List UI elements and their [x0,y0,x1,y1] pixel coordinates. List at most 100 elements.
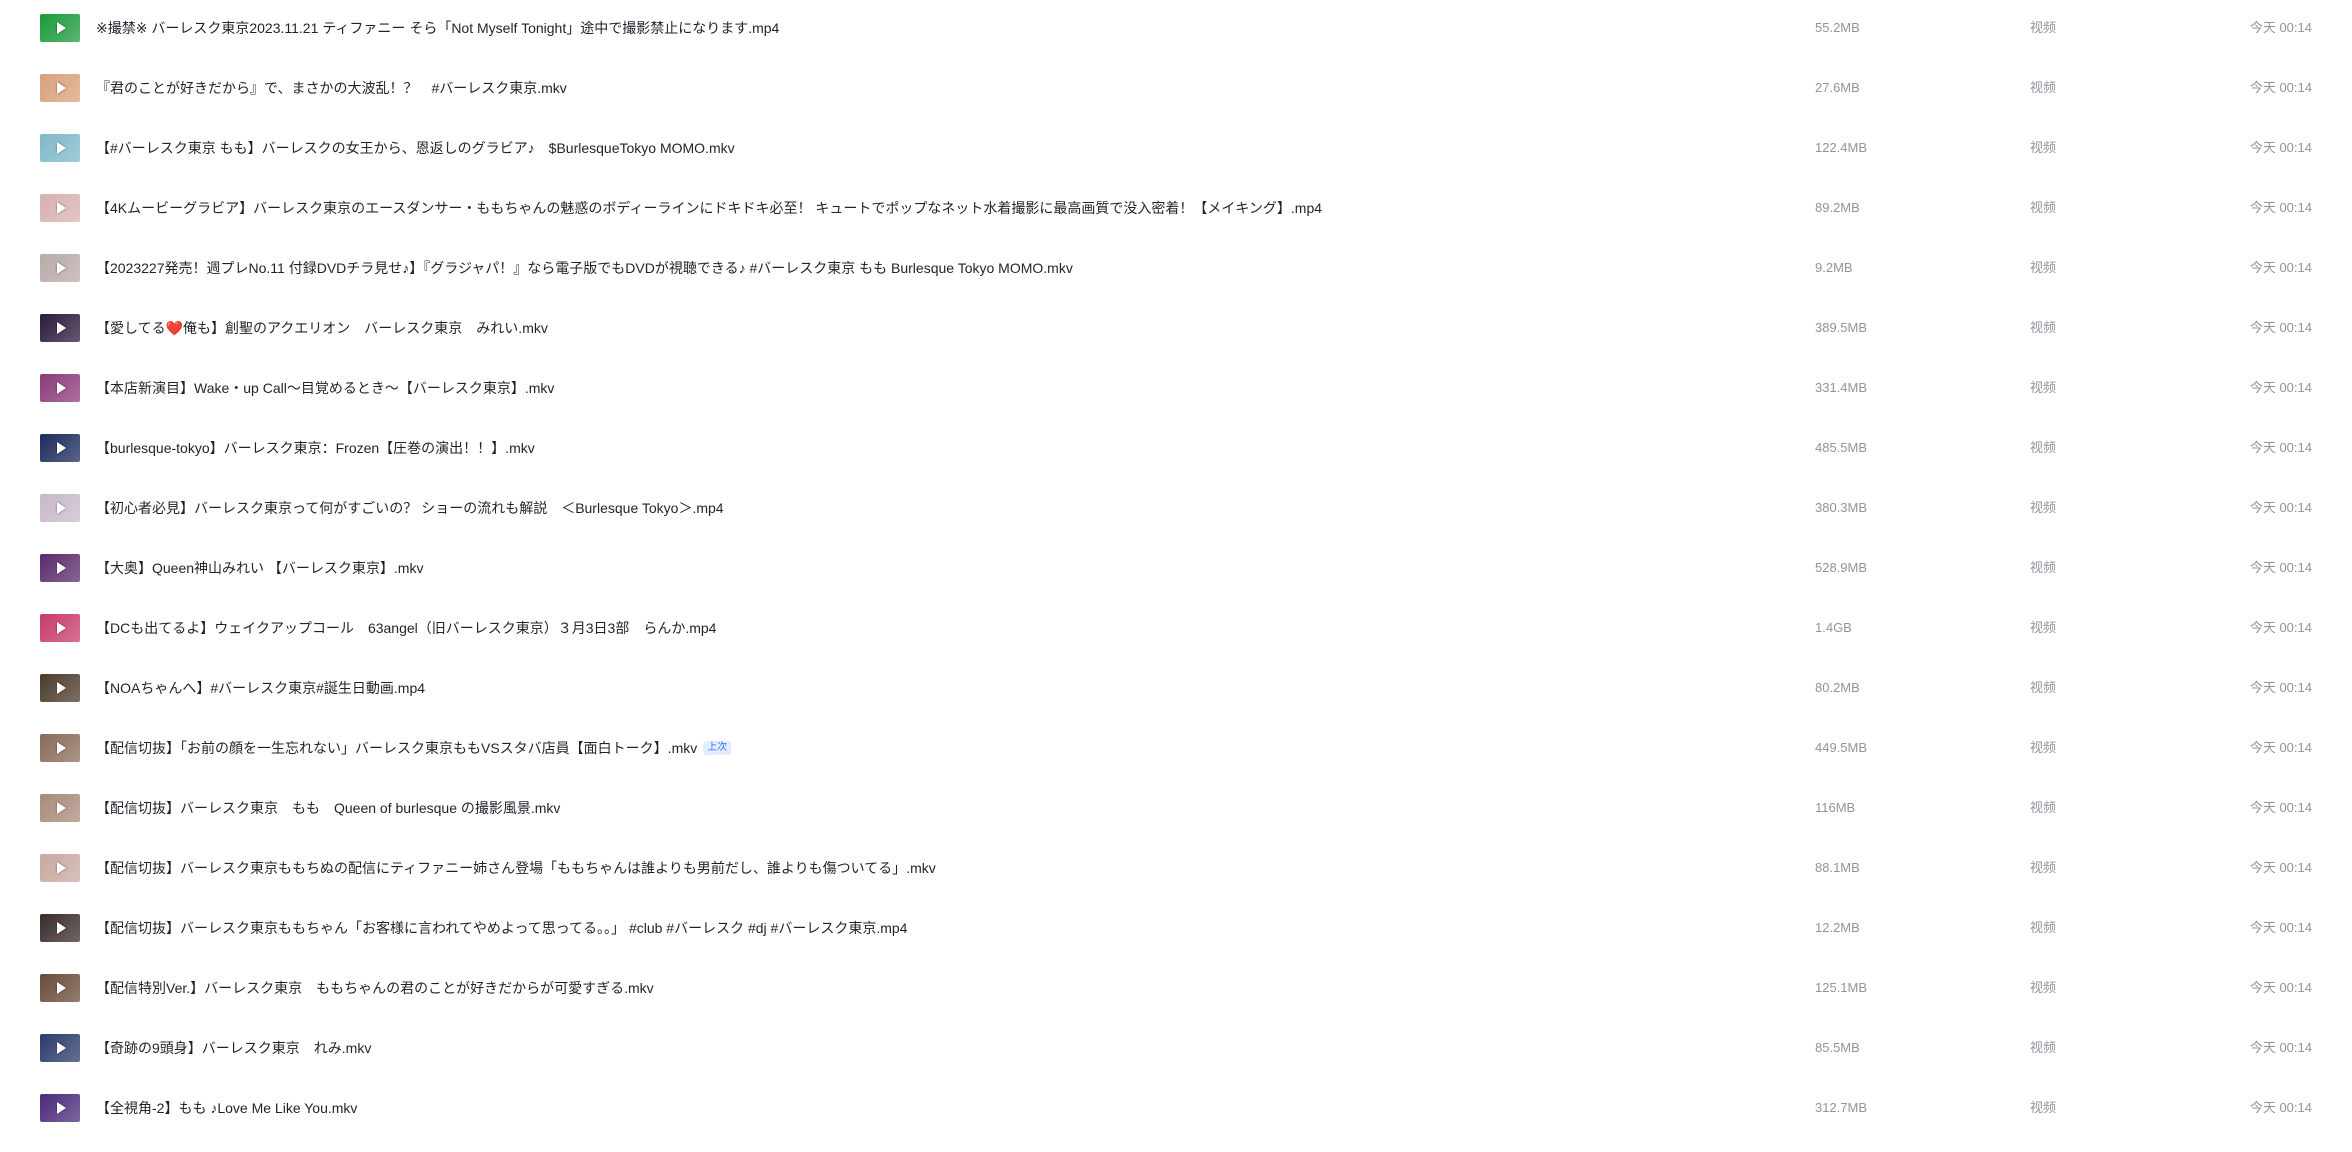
file-type: 视频 [2030,800,2057,815]
file-name-text[interactable]: 『君のことが好きだから』で、まさかの大波乱！？ #バーレスク東京.mkv [96,60,567,116]
file-row[interactable]: 【配信切抜】バーレスク東京ももちゃん「お客様に言われてやめよって思ってる。。」 … [0,900,2352,960]
file-row[interactable]: 【NOAちゃんへ】#バーレスク東京#誕生日動画.mp4 80.2MB 视频 今天 00… [0,660,2352,720]
file-name[interactable]: 【奇跡の9頭身】バーレスク東京 れみ.mkv [96,1020,371,1076]
modified-time: 今天 00:14 [2249,920,2312,935]
file-name-text[interactable]: 【配信切抜】バーレスク東京 もも Queen of burlesque の撮影風… [96,780,560,836]
modified-time: 今天 00:14 [2249,560,2312,575]
file-name[interactable]: 【初心者必見】バーレスク東京って何がすごいの？ ショーの流れも解説 ＜Burle… [96,480,724,536]
file-name-text[interactable]: 【配信切抜】バーレスク東京ももちゃん「お客様に言われてやめよって思ってる。。」 … [96,900,907,956]
video-thumbnail[interactable] [40,794,80,822]
play-icon [56,1042,66,1054]
play-icon [56,982,66,994]
video-thumbnail[interactable] [40,554,80,582]
video-thumbnail[interactable] [40,74,80,102]
file-size: 125.1MB [1815,980,1868,995]
file-type: 视频 [2030,200,2057,215]
video-thumbnail[interactable] [40,314,80,342]
file-name-text[interactable]: 【本店新演目】Wake・up Call〜目覚めるとき〜【バーレスク東京】.mkv [96,360,554,416]
video-thumbnail[interactable] [40,734,80,762]
file-size: 449.5MB [1815,740,1868,755]
file-row[interactable]: 【配信切抜】「お前の顔を一生忘れない」バーレスク東京ももVSスタバ店員【面白トー… [0,720,2352,780]
file-name-text[interactable]: 【初心者必見】バーレスク東京って何がすごいの？ ショーの流れも解説 ＜Burle… [96,480,724,536]
video-thumbnail[interactable] [40,134,80,162]
file-name-text[interactable]: 【愛してる❤️俺も】創聖のアクエリオン バーレスク東京 みれい.mkv [96,300,548,356]
video-thumbnail[interactable] [40,614,80,642]
file-name[interactable]: 【4Kムービーグラビア】バーレスク東京のエースダンサー・ももちゃんの魅惑のボディ… [96,180,1322,236]
file-row[interactable]: 【本店新演目】Wake・up Call〜目覚めるとき〜【バーレスク東京】.mkv… [0,360,2352,420]
file-row[interactable]: 【大奥】Queen神山みれい 【バーレスク東京】.mkv 528.9MB 视频 今天 … [0,540,2352,600]
file-name-text[interactable]: 【配信特別Ver.】バーレスク東京 ももちゃんの君のことが好きだからが可愛すぎる… [96,960,654,1016]
file-size: 528.9MB [1815,560,1868,575]
file-row[interactable]: 【愛してる❤️俺も】創聖のアクエリオン バーレスク東京 みれい.mkv 389.5… [0,300,2352,360]
file-size: 9.2MB [1815,260,1853,275]
file-row[interactable]: 【配信特別Ver.】バーレスク東京 ももちゃんの君のことが好きだからが可愛すぎる… [0,960,2352,1020]
video-thumbnail[interactable] [40,254,80,282]
file-name[interactable]: 【配信切抜】「お前の顔を一生忘れない」バーレスク東京ももVSスタバ店員【面白トー… [96,720,732,776]
file-name[interactable]: 【愛してる❤️俺も】創聖のアクエリオン バーレスク東京 みれい.mkv [96,300,548,356]
modified-time: 今天 00:14 [2249,980,2312,995]
file-name[interactable]: 【配信特別Ver.】バーレスク東京 ももちゃんの君のことが好きだからが可愛すぎる… [96,960,654,1016]
video-thumbnail[interactable] [40,494,80,522]
file-name-text[interactable]: 【DCも出てるよ】ウェイクアップコール 63angel（旧バーレスク東京）３月3… [96,600,716,656]
file-size: 485.5MB [1815,440,1868,455]
video-thumbnail[interactable] [40,374,80,402]
play-icon [56,322,66,334]
file-row[interactable]: 【4Kムービーグラビア】バーレスク東京のエースダンサー・ももちゃんの魅惑のボディ… [0,180,2352,240]
file-row[interactable]: 【全視角-2】もも ♪Love Me Like You.mkv 312.7MB 视频… [0,1080,2352,1140]
file-name[interactable]: ※撮禁※ バーレスク東京2023.11.21 ティファニー そら「Not Mys… [96,0,779,56]
file-name-text[interactable]: 【配信切抜】バーレスク東京ももちぬの配信にティファニー姉さん登場「ももちゃんは誰… [96,840,936,896]
last-played-badge: 上次 [703,741,732,755]
file-name-text[interactable]: 【配信切抜】「お前の顔を一生忘れない」バーレスク東京ももVSスタバ店員【面白トー… [96,720,697,776]
file-row[interactable]: 【burlesque-tokyo】バーレスク東京：Frozen【圧巻の演出！！】… [0,420,2352,480]
file-name[interactable]: 【配信切抜】バーレスク東京ももちぬの配信にティファニー姉さん登場「ももちゃんは誰… [96,840,936,896]
file-row[interactable]: 【奇跡の9頭身】バーレスク東京 れみ.mkv 85.5MB 视频 今天 00:14 [0,1020,2352,1080]
video-thumbnail[interactable] [40,14,80,42]
file-name[interactable]: 『君のことが好きだから』で、まさかの大波乱！？ #バーレスク東京.mkv [96,60,567,116]
file-row[interactable]: 【2023227発売！週プレNo.11 付録DVDチラ見せ♪】『グラジャパ！』な… [0,240,2352,300]
file-name[interactable]: 【大奥】Queen神山みれい 【バーレスク東京】.mkv [96,540,423,596]
file-type: 视频 [2030,980,2057,995]
file-row[interactable]: 【配信切抜】バーレスク東京 もも Queen of burlesque の撮影風… [0,780,2352,840]
play-icon [56,22,66,34]
file-name[interactable]: 【#バーレスク東京 もも】バーレスクの女王から、恩返しのグラビア♪ $Burle… [96,120,735,176]
file-name[interactable]: 【burlesque-tokyo】バーレスク東京：Frozen【圧巻の演出！！】… [96,420,535,476]
file-name[interactable]: 【2023227発売！週プレNo.11 付録DVDチラ見せ♪】『グラジャパ！』な… [96,240,1073,296]
video-thumbnail[interactable] [40,674,80,702]
video-thumbnail[interactable] [40,974,80,1002]
file-name-text[interactable]: 【2023227発売！週プレNo.11 付録DVDチラ見せ♪】『グラジャパ！』な… [96,240,1073,296]
file-name-text[interactable]: ※撮禁※ バーレスク東京2023.11.21 ティファニー そら「Not Mys… [96,0,779,56]
file-name-text[interactable]: 【大奥】Queen神山みれい 【バーレスク東京】.mkv [96,540,423,596]
file-row[interactable]: 【DCも出てるよ】ウェイクアップコール 63angel（旧バーレスク東京）３月3… [0,600,2352,660]
file-row[interactable]: 【配信切抜】バーレスク東京ももちぬの配信にティファニー姉さん登場「ももちゃんは誰… [0,840,2352,900]
file-name-text[interactable]: 【4Kムービーグラビア】バーレスク東京のエースダンサー・ももちゃんの魅惑のボディ… [96,180,1322,236]
file-name[interactable]: 【配信切抜】バーレスク東京ももちゃん「お客様に言われてやめよって思ってる。。」 … [96,900,907,956]
file-list: ※撮禁※ バーレスク東京2023.11.21 ティファニー そら「Not Mys… [0,0,2352,1152]
file-row[interactable]: 【初心者必見】バーレスク東京って何がすごいの？ ショーの流れも解説 ＜Burle… [0,480,2352,540]
file-name-text[interactable]: 【burlesque-tokyo】バーレスク東京：Frozen【圧巻の演出！！】… [96,420,535,476]
video-thumbnail[interactable] [40,854,80,882]
file-name[interactable]: 【本店新演目】Wake・up Call〜目覚めるとき〜【バーレスク東京】.mkv [96,360,554,416]
file-type: 视频 [2030,680,2057,695]
file-type: 视频 [2030,620,2057,635]
file-size: 312.7MB [1815,1100,1868,1115]
modified-time: 今天 00:14 [2249,260,2312,275]
file-size: 380.3MB [1815,500,1868,515]
video-thumbnail[interactable] [40,914,80,942]
file-name[interactable]: 【NOAちゃんへ】#バーレスク東京#誕生日動画.mp4 [96,660,425,716]
file-row[interactable]: 『君のことが好きだから』で、まさかの大波乱！？ #バーレスク東京.mkv 27.6… [0,60,2352,120]
file-name-text[interactable]: 【NOAちゃんへ】#バーレスク東京#誕生日動画.mp4 [96,660,425,716]
file-name-text[interactable]: 【奇跡の9頭身】バーレスク東京 れみ.mkv [96,1020,371,1076]
file-name[interactable]: 【DCも出てるよ】ウェイクアップコール 63angel（旧バーレスク東京）３月3… [96,600,716,656]
file-name[interactable]: 【配信切抜】バーレスク東京 もも Queen of burlesque の撮影風… [96,780,560,836]
video-thumbnail[interactable] [40,1034,80,1062]
video-thumbnail[interactable] [40,194,80,222]
file-row[interactable]: ※撮禁※ バーレスク東京2023.11.21 ティファニー そら「Not Mys… [0,0,2352,60]
modified-time: 今天 00:14 [2249,20,2312,35]
file-name[interactable]: 【全視角-2】もも ♪Love Me Like You.mkv [96,1080,357,1136]
file-row[interactable]: 【#バーレスク東京 もも】バーレスクの女王から、恩返しのグラビア♪ $Burle… [0,120,2352,180]
file-type: 视频 [2030,440,2057,455]
file-name-text[interactable]: 【#バーレスク東京 もも】バーレスクの女王から、恩返しのグラビア♪ $Burle… [96,120,735,176]
video-thumbnail[interactable] [40,1094,80,1122]
file-name-text[interactable]: 【全視角-2】もも ♪Love Me Like You.mkv [96,1080,357,1136]
video-thumbnail[interactable] [40,434,80,462]
